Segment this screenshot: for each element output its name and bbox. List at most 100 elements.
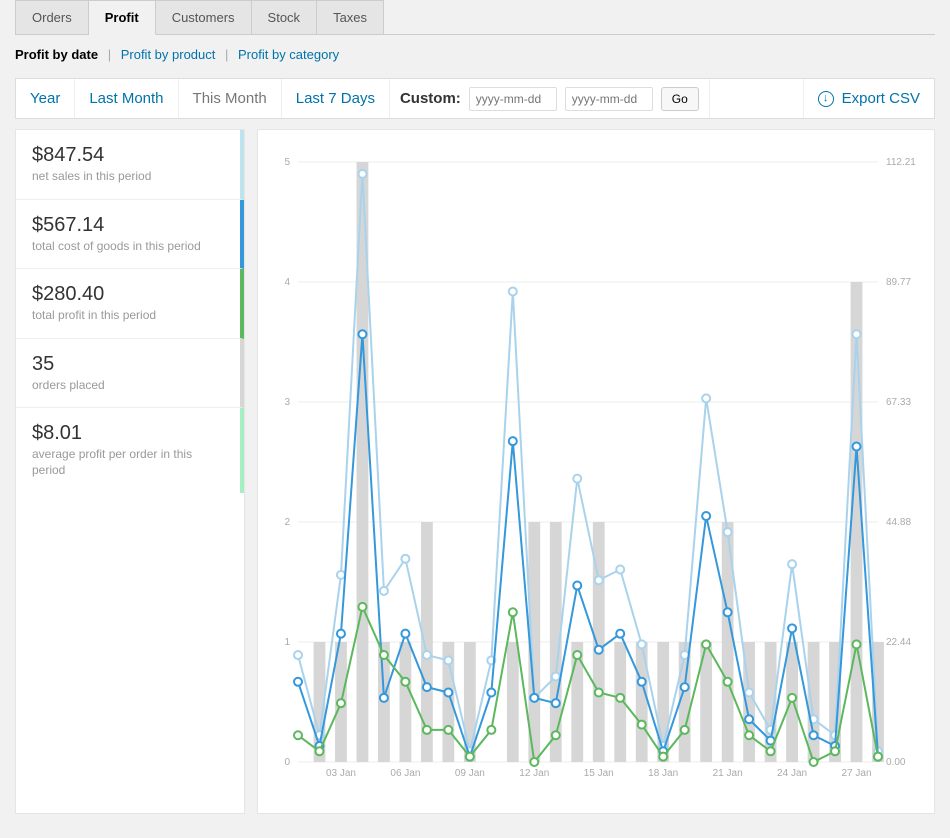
go-button[interactable]: Go [661,87,699,111]
svg-text:2: 2 [284,517,290,528]
sublink-profit-by-product[interactable]: Profit by product [121,47,216,62]
point [573,651,581,659]
point [380,651,388,659]
point [509,608,517,616]
point [745,731,753,739]
range-tab-year[interactable]: Year [16,79,75,118]
point [724,528,732,536]
point [810,758,818,766]
svg-text:21 Jan: 21 Jan [713,768,743,779]
svg-text:5: 5 [284,157,290,168]
custom-end-input[interactable] [565,87,653,111]
point [487,726,495,734]
stats-sidebar: $847.54 net sales in this period $567.14to… [15,129,245,814]
point [724,678,732,686]
point [444,688,452,696]
stat-label: average profit per order in this period [32,447,224,478]
point [358,330,366,338]
svg-text:27 Jan: 27 Jan [842,768,872,779]
sublink-profit-by-category[interactable]: Profit by category [238,47,339,62]
point [530,758,538,766]
point [702,640,710,648]
point [358,170,366,178]
download-icon: ↓ [818,91,834,107]
point [767,747,775,755]
svg-text:24 Jan: 24 Jan [777,768,807,779]
point [788,694,796,702]
stat-card[interactable]: $8.01average profit per order in this pe… [16,408,244,492]
point [745,715,753,723]
export-label: Export CSV [842,90,920,107]
point [595,688,603,696]
range-tab-last-month[interactable]: Last Month [75,79,178,118]
svg-text:06 Jan: 06 Jan [390,768,420,779]
point [337,630,345,638]
tab-taxes[interactable]: Taxes [317,0,384,34]
svg-text:89.77: 89.77 [886,277,911,288]
point [509,437,517,445]
tab-stock[interactable]: Stock [252,0,318,34]
custom-start-input[interactable] [469,87,557,111]
tab-profit[interactable]: Profit [89,0,156,35]
point [401,555,409,563]
point [444,726,452,734]
point [294,678,302,686]
tab-customers[interactable]: Customers [156,0,252,34]
custom-range-block: Custom: Go [390,79,710,118]
point [638,721,646,729]
svg-text:112.21: 112.21 [886,157,916,168]
point [702,394,710,402]
stat-value: 35 [32,353,224,376]
point [487,688,495,696]
svg-text:44.88: 44.88 [886,517,911,528]
point [315,747,323,755]
point [595,576,603,584]
point [294,731,302,739]
date-range-bar: YearLast MonthThis MonthLast 7 Days Cust… [15,78,935,119]
point [831,747,839,755]
custom-label: Custom: [400,90,461,107]
stat-card[interactable]: $847.54 net sales in this period [16,130,244,200]
svg-text:03 Jan: 03 Jan [326,768,356,779]
stat-card[interactable]: 35 orders placed [16,339,244,409]
svg-text:67.33: 67.33 [886,397,911,408]
svg-text:3: 3 [284,397,290,408]
stat-value: $8.01 [32,422,224,445]
point [788,560,796,568]
profit-chart: 00.00122.44244.88367.33489.775112.2103 J… [266,142,926,802]
stat-card[interactable]: $280.40total profit in this period [16,269,244,339]
point [380,694,388,702]
point [358,603,366,611]
stat-value: $847.54 [32,144,224,167]
chart-container: 00.00122.44244.88367.33489.775112.2103 J… [257,129,935,814]
svg-text:22.44: 22.44 [886,637,911,648]
stat-card[interactable]: $567.14total cost of goods in this perio… [16,200,244,270]
bar [808,642,820,762]
export-csv-button[interactable]: ↓ Export CSV [803,79,934,118]
tab-orders[interactable]: Orders [15,0,89,34]
svg-text:18 Jan: 18 Jan [648,768,678,779]
bar [507,642,519,762]
point [853,640,861,648]
point [466,753,474,761]
bar [851,282,863,762]
point [380,587,388,595]
bar [400,642,412,762]
svg-text:0.00: 0.00 [886,757,906,768]
point [294,651,302,659]
point [810,731,818,739]
top-tabs: OrdersProfitCustomersStockTaxes [15,0,935,35]
range-tab-last-7-days[interactable]: Last 7 Days [282,79,390,118]
point [552,699,560,707]
stat-label: orders placed [32,378,224,394]
range-tab-this-month[interactable]: This Month [179,79,282,118]
point [659,753,667,761]
stat-label: net sales in this period [32,169,224,185]
point [638,678,646,686]
point [724,608,732,616]
sublink-active: Profit by date [15,47,98,62]
svg-text:12 Jan: 12 Jan [519,768,549,779]
point [616,694,624,702]
point [853,330,861,338]
point [552,731,560,739]
